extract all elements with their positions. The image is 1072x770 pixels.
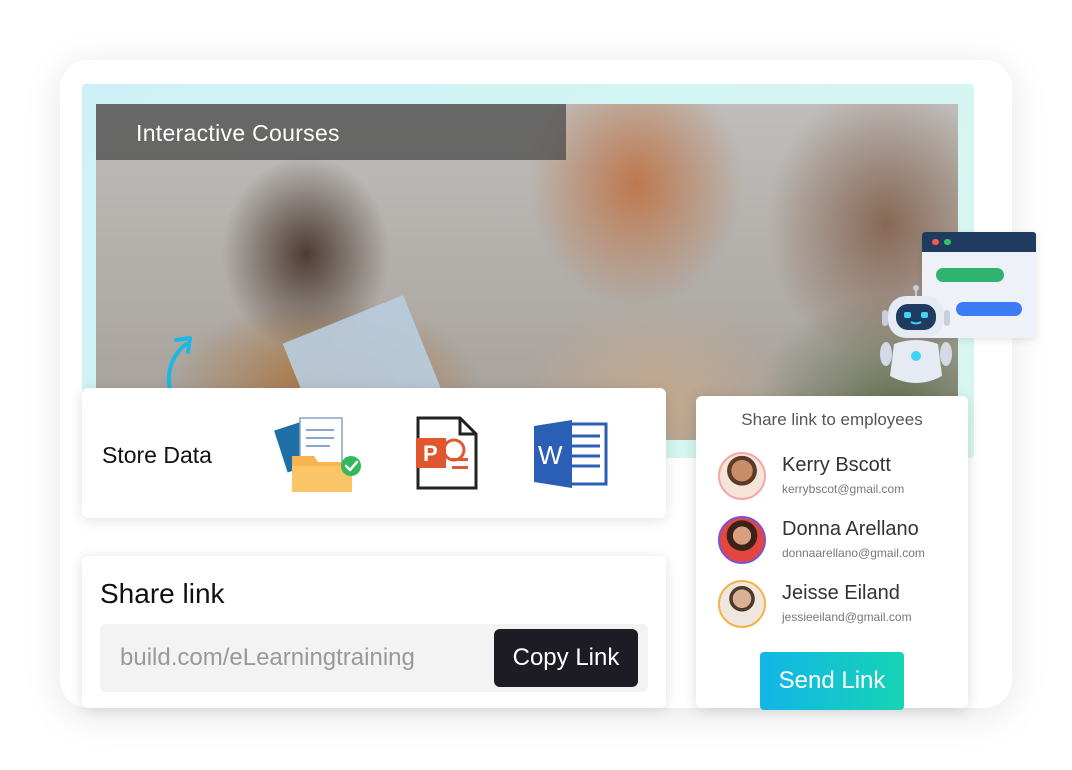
- avatar: [718, 580, 766, 628]
- employee-row[interactable]: Jeisse Eiland jessieeiland@gmail.com: [718, 580, 968, 636]
- store-data-label: Store Data: [102, 442, 212, 468]
- link-value[interactable]: build.com/eLearningtraining: [120, 644, 415, 672]
- employee-name: Kerry Bscott: [782, 454, 891, 476]
- employee-row[interactable]: Donna Arellano donnaarellano@gmail.com: [718, 516, 968, 572]
- chat-bubble-icon: [936, 268, 1004, 282]
- employees-card: Share link to employees Kerry Bscott ker…: [696, 396, 968, 710]
- link-field[interactable]: build.com/eLearningtraining Copy Link: [100, 624, 648, 692]
- store-data-card: Store Data P W: [82, 388, 666, 518]
- employee-name: Donna Arellano: [782, 518, 919, 540]
- hero-title-bar: Interactive Courses: [96, 104, 566, 160]
- chat-titlebar: [922, 232, 1036, 252]
- copy-link-button[interactable]: Copy Link: [494, 629, 638, 687]
- employee-email: kerrybscot@gmail.com: [782, 482, 905, 496]
- employee-row[interactable]: Kerry Bscott kerrybscot@gmail.com: [718, 452, 968, 508]
- powerpoint-icon[interactable]: P: [414, 416, 480, 490]
- maximize-dot-icon: [944, 239, 951, 245]
- share-link-card: Share link build.com/eLearningtraining C…: [82, 556, 666, 708]
- word-letter: W: [538, 440, 563, 470]
- share-link-title: Share link: [100, 578, 225, 609]
- robot-assistant-icon: [880, 285, 952, 383]
- powerpoint-letter: P: [423, 441, 438, 466]
- folder-files-icon[interactable]: [274, 414, 364, 496]
- employee-email: donnaarellano@gmail.com: [782, 546, 925, 560]
- avatar: [718, 516, 766, 564]
- chat-bubble-icon: [956, 302, 1022, 316]
- employees-header: Share link to employees: [741, 410, 923, 429]
- employee-name: Jeisse Eiland: [782, 582, 900, 604]
- employee-email: jessieeiland@gmail.com: [782, 610, 912, 624]
- close-dot-icon: [932, 239, 939, 245]
- hero-title: Interactive Courses: [136, 120, 340, 146]
- avatar: [718, 452, 766, 500]
- word-icon[interactable]: W: [532, 418, 608, 490]
- send-link-button[interactable]: Send Link: [760, 652, 904, 710]
